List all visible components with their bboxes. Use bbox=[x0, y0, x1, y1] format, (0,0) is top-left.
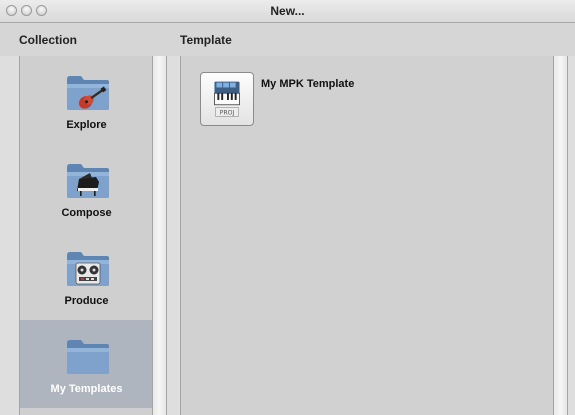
collection-heading: Collection bbox=[19, 33, 78, 47]
keyboard-project-icon: PROJ bbox=[214, 81, 240, 117]
collection-label-produce: Produce bbox=[64, 295, 109, 307]
window-title: New... bbox=[270, 4, 305, 18]
collection-scrollbar[interactable] bbox=[152, 56, 167, 415]
collection-label-compose: Compose bbox=[61, 207, 112, 219]
template-name: My MPK Template bbox=[261, 78, 355, 90]
template-heading: Template bbox=[180, 33, 232, 47]
title-bar: New... bbox=[0, 0, 575, 23]
collection-item-produce[interactable]: Produce bbox=[20, 232, 153, 320]
column-header-row: Collection Template bbox=[0, 23, 575, 56]
collection-item-compose[interactable]: Compose bbox=[20, 144, 153, 232]
template-item[interactable]: PROJ My MPK Template bbox=[200, 72, 450, 132]
template-thumbnail[interactable]: PROJ bbox=[200, 72, 254, 126]
template-badge: PROJ bbox=[220, 109, 235, 116]
collection-label-my-templates: My Templates bbox=[50, 383, 123, 395]
template-scrollbar[interactable] bbox=[553, 56, 568, 415]
collection-item-my-templates[interactable]: My Templates bbox=[20, 320, 153, 408]
guitar-folder-icon bbox=[67, 76, 109, 110]
collection-item-explore[interactable]: Explore bbox=[20, 56, 153, 144]
folder-icon bbox=[67, 340, 109, 374]
collection-list: Explore Compose Produce My Templates bbox=[19, 56, 153, 415]
collection-label-explore: Explore bbox=[66, 119, 107, 131]
piano-folder-icon bbox=[67, 164, 109, 198]
tape-reel-folder-icon bbox=[67, 252, 109, 286]
template-area: PROJ My MPK Template bbox=[180, 56, 553, 415]
